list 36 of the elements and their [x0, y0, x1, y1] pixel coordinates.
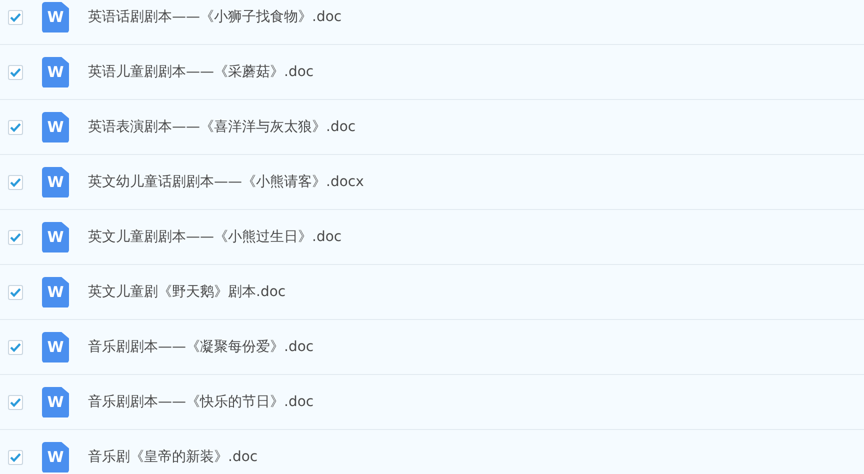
word-document-icon: W: [42, 2, 69, 32]
checkmark-icon: [10, 452, 21, 462]
checkbox[interactable]: [8, 340, 23, 354]
checkmark-icon: [10, 398, 21, 406]
checkmark-icon: [10, 288, 21, 296]
word-document-icon: W: [42, 442, 69, 472]
checkbox[interactable]: [8, 284, 23, 300]
file-name[interactable]: 音乐剧剧本——《快乐的节日》.doc: [88, 392, 314, 412]
file-name[interactable]: 英语话剧剧本——《小狮子找食物》.doc: [88, 6, 342, 28]
checkmark-icon: [10, 122, 21, 132]
checkbox[interactable]: [8, 394, 23, 410]
file-name[interactable]: 音乐剧《皇帝的新装》.doc: [88, 446, 258, 468]
checkmark-icon: [10, 68, 21, 76]
checkmark-icon: [10, 178, 21, 186]
word-document-icon: W: [42, 166, 69, 198]
word-document-icon: W: [42, 112, 69, 142]
file-name[interactable]: 英文儿童剧《野天鹅》剧本.doc: [88, 282, 286, 302]
checkbox[interactable]: [8, 174, 23, 190]
checkbox[interactable]: [8, 64, 23, 80]
checkmark-icon: [10, 342, 21, 352]
file-name[interactable]: 英文儿童剧剧本——《小熊过生日》.doc: [88, 226, 342, 248]
word-document-icon: W: [42, 222, 69, 252]
checkbox[interactable]: [8, 10, 23, 24]
file-name[interactable]: 英语表演剧本——《喜洋洋与灰太狼》.doc: [88, 116, 356, 138]
checkbox[interactable]: [8, 230, 23, 244]
file-name[interactable]: 音乐剧剧本——《凝聚每份爱》.doc: [88, 336, 314, 358]
checkmark-icon: [10, 12, 21, 22]
checkmark-icon: [10, 232, 21, 242]
checkbox[interactable]: [8, 120, 23, 134]
word-document-icon: W: [42, 56, 69, 88]
word-document-icon: W: [42, 276, 69, 308]
word-document-icon: W: [42, 386, 69, 418]
word-document-icon: W: [42, 332, 69, 362]
file-name[interactable]: 英文幼儿童话剧剧本——《小熊请客》.docx: [88, 172, 364, 192]
file-name[interactable]: 英语儿童剧剧本——《采蘑菇》.doc: [88, 62, 314, 82]
checkbox[interactable]: [8, 450, 23, 464]
